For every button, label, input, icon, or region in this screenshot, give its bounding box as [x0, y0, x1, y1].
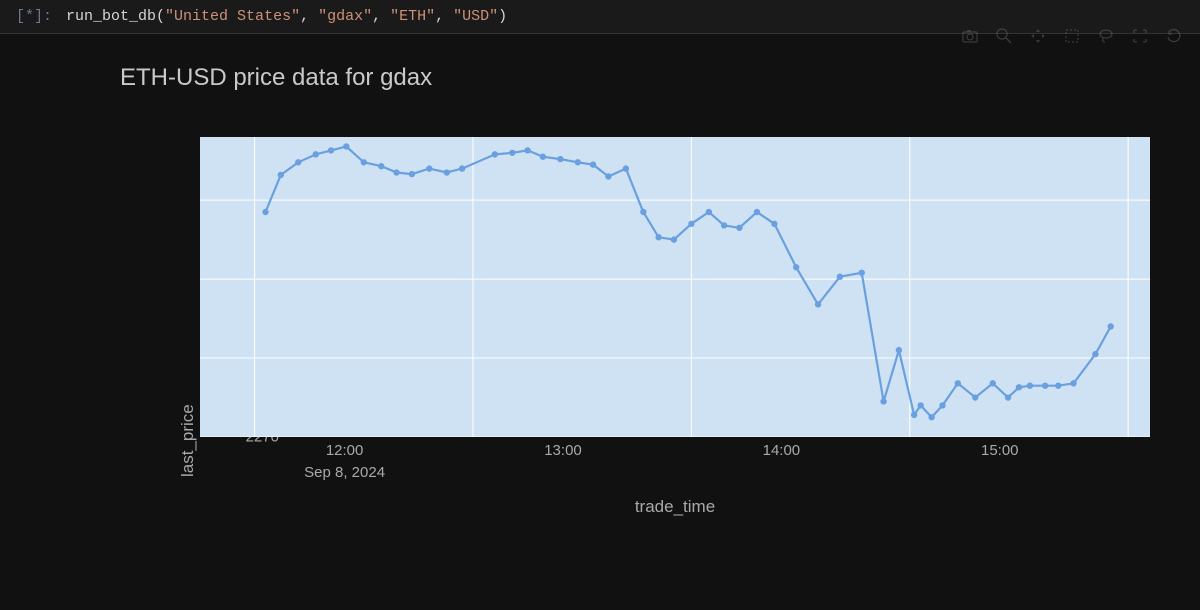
data-point[interactable]	[262, 209, 268, 215]
data-point[interactable]	[880, 398, 886, 404]
data-point[interactable]	[911, 412, 917, 418]
data-point[interactable]	[361, 159, 367, 165]
data-point[interactable]	[793, 264, 799, 270]
x-axis-label: trade_time	[200, 497, 1150, 517]
data-point[interactable]	[721, 222, 727, 228]
data-point[interactable]	[623, 165, 629, 171]
x-tick-label: 12:00	[326, 442, 364, 459]
code-content[interactable]: run_bot_db("United States", "gdax", "ETH…	[60, 4, 1192, 29]
data-point[interactable]	[1070, 380, 1076, 386]
data-point[interactable]	[736, 225, 742, 231]
data-point[interactable]	[426, 165, 432, 171]
data-point[interactable]	[492, 151, 498, 157]
data-point[interactable]	[1042, 382, 1048, 388]
data-point[interactable]	[278, 172, 284, 178]
data-point[interactable]	[955, 380, 961, 386]
data-point[interactable]	[605, 173, 611, 179]
data-point[interactable]	[896, 347, 902, 353]
data-point[interactable]	[1016, 384, 1022, 390]
data-point[interactable]	[771, 221, 777, 227]
cell-prompt: [*]:	[8, 4, 60, 29]
data-point[interactable]	[671, 236, 677, 242]
chart-title: ETH-USD price data for gdax	[120, 64, 1160, 92]
data-point[interactable]	[837, 274, 843, 280]
x-tick-label: 13:00	[544, 442, 582, 459]
data-point[interactable]	[1107, 323, 1113, 329]
plot-container: last_price 2270228022902300 12:0013:0014…	[90, 137, 1160, 437]
data-point[interactable]	[917, 402, 923, 408]
data-point[interactable]	[928, 414, 934, 420]
data-point[interactable]	[1027, 382, 1033, 388]
data-point[interactable]	[990, 380, 996, 386]
x-tick-label: 15:00	[981, 442, 1019, 459]
data-point[interactable]	[815, 301, 821, 307]
data-point[interactable]	[754, 209, 760, 215]
data-point[interactable]	[313, 151, 319, 157]
data-point[interactable]	[1092, 351, 1098, 357]
data-point[interactable]	[688, 221, 694, 227]
x-tick-label: 14:00	[763, 442, 801, 459]
data-point[interactable]	[444, 169, 450, 175]
data-point[interactable]	[590, 161, 596, 167]
data-point[interactable]	[328, 147, 334, 153]
data-point[interactable]	[640, 209, 646, 215]
price-line	[266, 147, 1111, 418]
data-point[interactable]	[706, 209, 712, 215]
data-point[interactable]	[655, 234, 661, 240]
data-point[interactable]	[393, 169, 399, 175]
data-point[interactable]	[1005, 394, 1011, 400]
data-point[interactable]	[378, 163, 384, 169]
date-label: Sep 8, 2024	[304, 464, 385, 481]
data-point[interactable]	[409, 171, 415, 177]
data-point[interactable]	[540, 154, 546, 160]
data-point[interactable]	[939, 402, 945, 408]
data-point[interactable]	[524, 147, 530, 153]
chart-output: ETH-USD price data for gdax last_price 2…	[0, 34, 1200, 517]
data-point[interactable]	[509, 150, 515, 156]
plot-area[interactable]	[200, 137, 1150, 437]
data-point[interactable]	[1055, 382, 1061, 388]
data-point[interactable]	[972, 394, 978, 400]
y-axis-label: last_price	[178, 404, 198, 477]
data-point[interactable]	[343, 143, 349, 149]
data-point[interactable]	[459, 165, 465, 171]
data-point[interactable]	[575, 159, 581, 165]
data-point[interactable]	[295, 159, 301, 165]
data-point[interactable]	[557, 156, 563, 162]
data-point[interactable]	[859, 270, 865, 276]
line-chart-svg	[200, 137, 1150, 437]
